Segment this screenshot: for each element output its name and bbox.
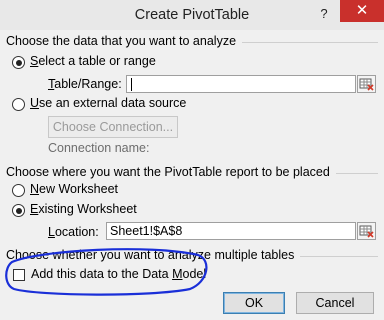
annotation-circle — [5, 248, 208, 296]
